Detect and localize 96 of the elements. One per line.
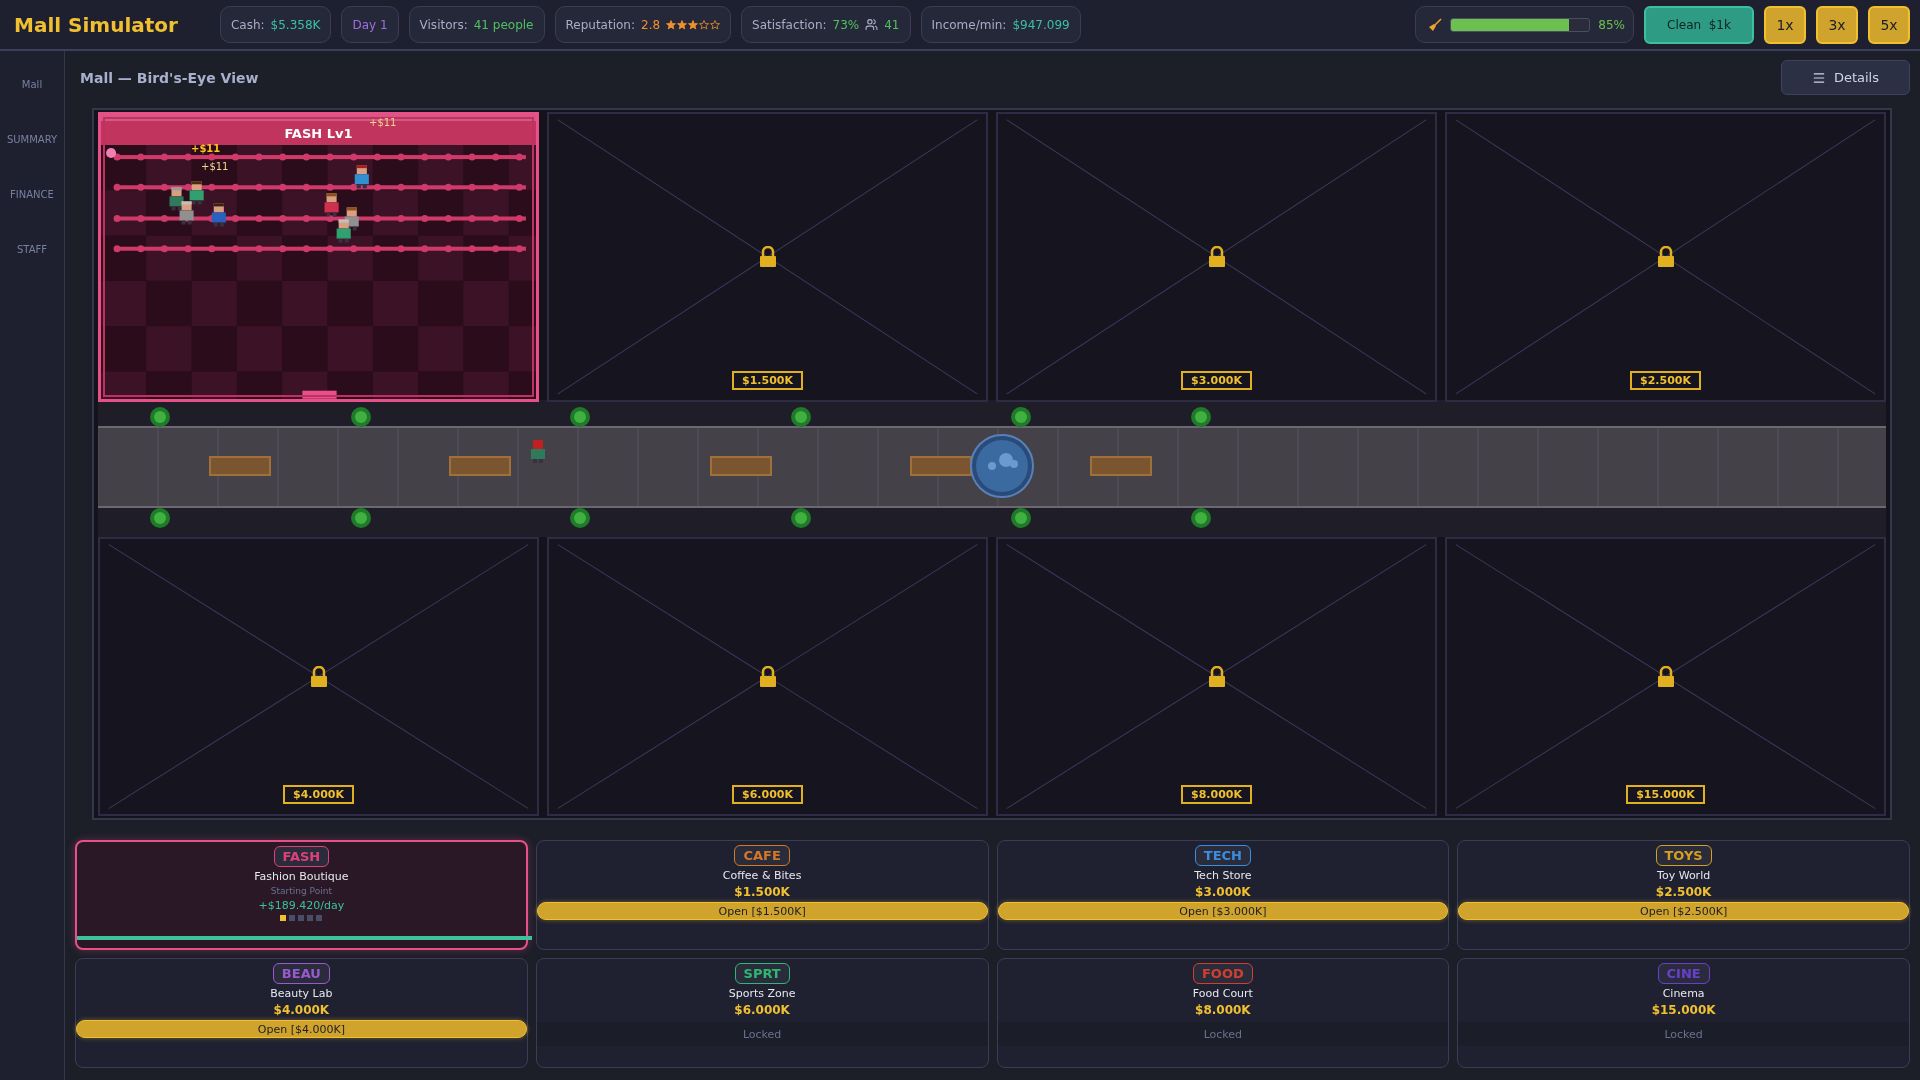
plot-price: $1.500K: [732, 370, 803, 390]
lock-icon: [758, 245, 777, 268]
locked-status: Locked: [536, 1022, 988, 1046]
store-code-badge: CAFE: [734, 845, 790, 866]
stat-count: 41: [884, 17, 900, 32]
locked-plot[interactable]: $8.000K: [996, 537, 1437, 816]
plot-price: $2.500K: [1630, 370, 1701, 390]
speed-button[interactable]: 1x: [1764, 5, 1806, 44]
speed-button[interactable]: 3x: [1816, 5, 1858, 44]
earnings-popup: +$11: [201, 161, 229, 172]
locked-status: Locked: [997, 1022, 1449, 1046]
stat-value: $947.099: [1012, 17, 1070, 32]
lock-icon: [758, 665, 777, 688]
store-name: Cinema: [1662, 987, 1705, 1000]
open-store-button[interactable]: Open [$3.000K]: [997, 902, 1449, 920]
plot-price: $15.000K: [1626, 785, 1705, 804]
stat-label: Visitors:: [419, 17, 468, 32]
lock-icon: [309, 665, 328, 688]
open-store-button[interactable]: Open [$1.500K]: [536, 902, 988, 920]
stat-label: Satisfaction:: [752, 17, 827, 32]
speed-button[interactable]: 5x: [1868, 5, 1910, 44]
stat-value: $5.358K: [270, 17, 321, 32]
store-price: $1.500K: [734, 885, 790, 899]
earnings-popup: +$11: [191, 143, 221, 154]
store-card[interactable]: TECH Tech Store $3.000K Open [$3.000K]: [996, 840, 1450, 950]
store-card[interactable]: CAFE Coffee & Bites $1.500K Open [$1.500K]: [535, 840, 989, 950]
store-code-badge: FOOD: [1193, 963, 1253, 984]
store-code-badge: FASH: [273, 846, 330, 867]
app-title: Mall Simulator: [14, 12, 178, 37]
store-code-badge: TECH: [1194, 845, 1251, 866]
open-store-button[interactable]: Open [$4.000K]: [76, 1020, 527, 1038]
sidebar-item[interactable]: STAFF: [17, 244, 47, 255]
locked-plot[interactable]: $15.000K: [1445, 537, 1886, 816]
locked-plot[interactable]: $3.000K: [996, 112, 1437, 402]
stat-value: Day 1: [352, 17, 388, 32]
star-icon: [666, 19, 677, 30]
store-price: $15.000K: [1651, 1003, 1716, 1017]
store-price: $4.000K: [273, 1003, 330, 1017]
store-price: $6.000K: [734, 1003, 790, 1017]
lock-icon: [1207, 665, 1226, 688]
locked-plot[interactable]: $6.000K: [547, 537, 988, 816]
details-button[interactable]: Details: [1780, 60, 1910, 95]
earnings-popup: +$11: [369, 117, 397, 128]
store-name: Coffee & Bites: [722, 869, 802, 882]
star-icon: [699, 19, 710, 30]
lock-icon: [1656, 245, 1675, 268]
stat-label: Income/min:: [931, 17, 1007, 32]
sidebar-item[interactable]: SUMMARY: [6, 134, 58, 145]
store-name: Tech Store: [1194, 869, 1252, 882]
store-code-badge: BEAU: [272, 963, 330, 984]
visitors-icon: [865, 18, 879, 31]
sidebar-item[interactable]: FINANCE: [10, 189, 54, 200]
store-name: Toy World: [1657, 869, 1711, 882]
store-code-badge: TOYS: [1655, 845, 1712, 866]
broom-icon: [1428, 17, 1443, 32]
plot-price: $3.000K: [1181, 370, 1252, 390]
view-title: Mall — Bird's-Eye View: [80, 69, 259, 86]
plot-price: $8.000K: [1181, 785, 1252, 804]
store-price: $3.000K: [1195, 885, 1251, 899]
store-card[interactable]: BEAU Beauty Lab $4.000K Open [$4.000K]: [75, 958, 528, 1068]
stat-label: Reputation:: [565, 17, 635, 32]
store-card[interactable]: SPRT Sports Zone $6.000K Locked: [535, 958, 989, 1068]
open-store-button[interactable]: Open [$2.500K]: [1458, 902, 1909, 920]
star-icon: [688, 19, 699, 30]
store-code-badge: SPRT: [734, 963, 790, 984]
lock-icon: [1207, 245, 1226, 268]
store-name: Fashion Boutique: [254, 870, 349, 883]
clean-button[interactable]: Clean $1k: [1644, 5, 1754, 44]
store-name: Beauty Lab: [270, 987, 333, 1000]
plot-price: $6.000K: [732, 785, 803, 804]
sidebar-item[interactable]: Mall: [21, 79, 43, 90]
stat-value: 41 people: [473, 17, 534, 32]
store-income: +$189.420/day: [258, 899, 345, 912]
store-card[interactable]: TOYS Toy World $2.500K Open [$2.500K]: [1457, 840, 1910, 950]
store-code-badge: CINE: [1657, 963, 1710, 984]
store-card[interactable]: CINE Cinema $15.000K Locked: [1457, 958, 1910, 1068]
menu-icon: [1811, 70, 1826, 85]
star-icon: [710, 19, 721, 30]
store-price: $8.000K: [1195, 1003, 1251, 1017]
store-card[interactable]: FOOD Food Court $8.000K Locked: [996, 958, 1450, 1068]
plot-price: $4.000K: [283, 785, 354, 804]
lock-icon: [1656, 665, 1675, 688]
cleanliness-reading: 85%: [1598, 17, 1625, 32]
store-name: Sports Zone: [728, 987, 796, 1000]
locked-plot[interactable]: $2.500K: [1445, 112, 1886, 402]
store-name: Food Court: [1192, 987, 1253, 1000]
locked-plot[interactable]: $4.000K: [98, 537, 539, 816]
locked-plot[interactable]: $1.500K: [547, 112, 988, 402]
store-price: $2.500K: [1655, 885, 1712, 899]
stat-value: 2.8: [641, 17, 661, 32]
store-subtitle: Starting Point: [270, 886, 332, 896]
store-plot[interactable]: FASH Lv1 +$11 +$11 +$11: [98, 112, 539, 402]
stat-label: Cash:: [230, 17, 265, 32]
locked-status: Locked: [1458, 1022, 1909, 1046]
stat-value: 73%: [832, 17, 860, 32]
star-icon: [677, 19, 688, 30]
